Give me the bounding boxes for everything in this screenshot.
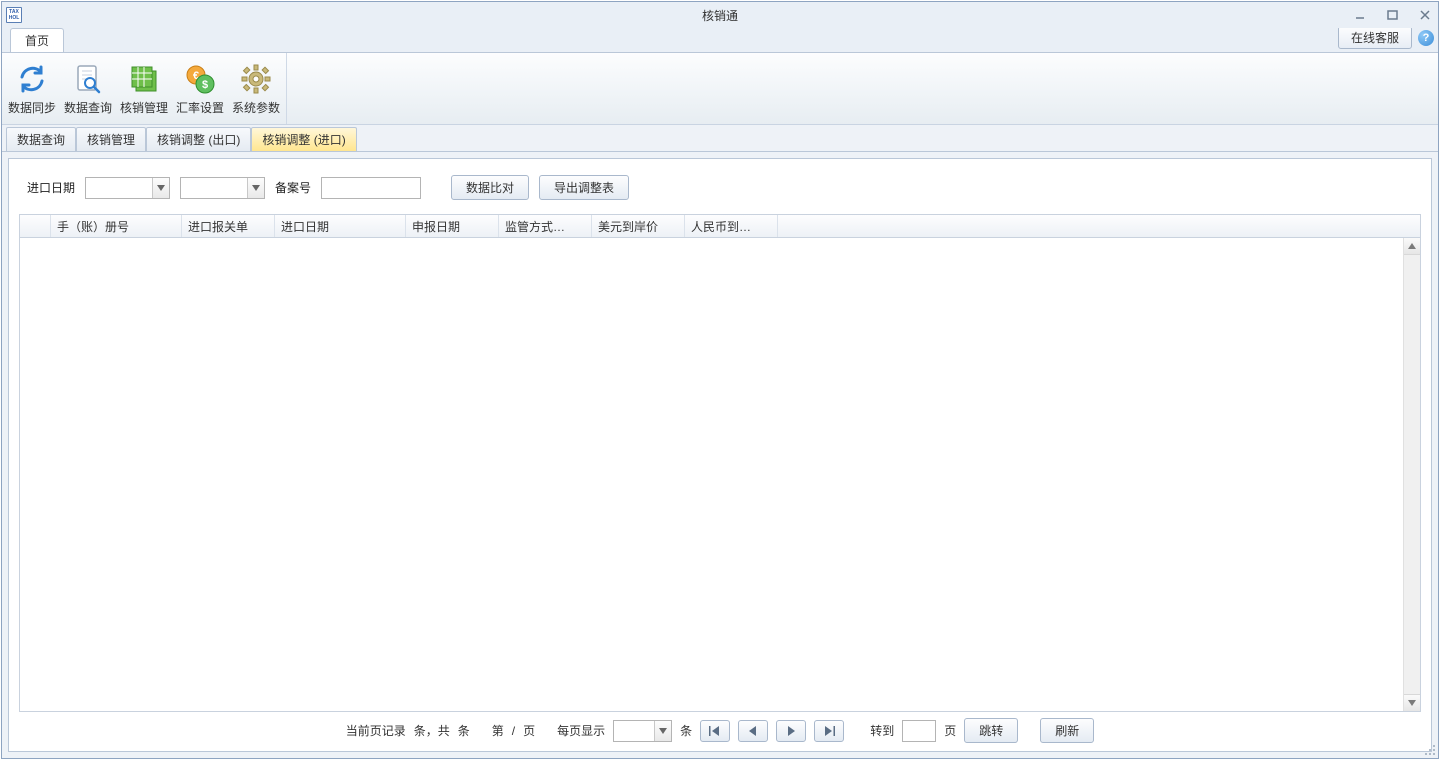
import-date-label: 进口日期 <box>27 179 75 196</box>
top-tab-home[interactable]: 首页 <box>10 28 64 52</box>
vertical-scrollbar[interactable] <box>1403 238 1420 711</box>
pager-refresh-button[interactable]: 刷新 <box>1040 718 1094 743</box>
subtab-adjust-import[interactable]: 核销调整 (进口) <box>251 127 356 151</box>
app-window: TAX HOL 核销通 首页 在线客服 ? <box>1 1 1439 759</box>
pager-first-button[interactable] <box>700 720 730 742</box>
export-button[interactable]: 导出调整表 <box>539 175 629 200</box>
pager-page-unit: 页 <box>523 722 535 739</box>
ribbon-rate[interactable]: €$ 汇率设置 <box>172 57 228 120</box>
ribbon-label: 数据查询 <box>64 99 112 116</box>
pager-perpage-unit: 条 <box>680 722 692 739</box>
scroll-up-icon[interactable] <box>1404 238 1420 255</box>
subtab-manage[interactable]: 核销管理 <box>76 127 146 151</box>
ribbon-sync[interactable]: 数据同步 <box>4 57 60 120</box>
filter-bar: 进口日期 备案号 数据比对 导出调整表 <box>19 167 1421 214</box>
ribbon-label: 数据同步 <box>8 99 56 116</box>
ribbon-label: 核销管理 <box>120 99 168 116</box>
subtab-row: 数据查询 核销管理 核销调整 (出口) 核销调整 (进口) <box>2 129 1438 152</box>
grid-header-selector[interactable] <box>20 215 51 237</box>
import-date-to[interactable] <box>180 177 265 199</box>
spreadsheet-icon <box>128 63 160 95</box>
ribbon-query[interactable]: 数据查询 <box>60 57 116 120</box>
grid-header-rmb[interactable]: 人民币到… <box>685 215 778 237</box>
pager-page-label: 第 <box>492 722 504 739</box>
online-support-button[interactable]: 在线客服 <box>1338 26 1412 49</box>
window-controls <box>1354 2 1432 28</box>
minimize-button[interactable] <box>1354 8 1368 22</box>
grid-header-handbook[interactable]: 手（账）册号 <box>51 215 182 237</box>
titlebar: TAX HOL 核销通 <box>2 2 1438 28</box>
ribbon-group: 数据同步 数据查询 核销管理 €$ 汇率设置 <box>2 53 287 124</box>
pager-goto-input[interactable] <box>902 720 936 742</box>
help-icon[interactable]: ? <box>1418 30 1434 46</box>
data-grid: 手（账）册号 进口报关单 进口日期 申报日期 监管方式… 美元到岸价 人民币到… <box>19 214 1421 712</box>
pager: 当前页记录 条，共 条 第 / 页 每页显示 条 <box>19 712 1421 743</box>
grid-header-filler <box>778 215 1420 237</box>
ribbon-manage[interactable]: 核销管理 <box>116 57 172 120</box>
pager-current-label: 当前页记录 <box>346 722 406 739</box>
sync-icon <box>16 63 48 95</box>
record-no-label: 备案号 <box>275 179 311 196</box>
gear-icon <box>240 63 272 95</box>
pager-jump-button[interactable]: 跳转 <box>964 718 1018 743</box>
chevron-down-icon[interactable] <box>152 178 169 198</box>
maximize-button[interactable] <box>1386 8 1400 22</box>
grid-header: 手（账）册号 进口报关单 进口日期 申报日期 监管方式… 美元到岸价 人民币到… <box>20 215 1420 238</box>
grid-header-impdate[interactable]: 进口日期 <box>275 215 406 237</box>
record-no-input[interactable] <box>321 177 421 199</box>
grid-header-entry[interactable]: 进口报关单 <box>182 215 275 237</box>
pager-unit-rec: 条，共 <box>414 722 450 739</box>
pager-last-button[interactable] <box>814 720 844 742</box>
close-button[interactable] <box>1418 8 1432 22</box>
top-tab-row: 首页 在线客服 ? <box>2 28 1438 53</box>
currency-icon: €$ <box>184 63 216 95</box>
window-title: 核销通 <box>2 7 1438 24</box>
pager-goto-unit: 页 <box>944 722 956 739</box>
pager-page-sep: / <box>512 724 515 738</box>
scroll-down-icon[interactable] <box>1404 694 1420 711</box>
svg-text:$: $ <box>202 79 208 91</box>
subtab-query[interactable]: 数据查询 <box>6 127 76 151</box>
pager-goto-label: 转到 <box>870 722 894 739</box>
ribbon-label: 系统参数 <box>232 99 280 116</box>
grid-header-usd[interactable]: 美元到岸价 <box>592 215 685 237</box>
import-date-from[interactable] <box>85 177 170 199</box>
chevron-down-icon[interactable] <box>247 178 264 198</box>
grid-body <box>20 238 1420 711</box>
pager-next-button[interactable] <box>776 720 806 742</box>
pager-unit-rec2: 条 <box>458 722 470 739</box>
pager-perpage-label: 每页显示 <box>557 722 605 739</box>
pager-prev-button[interactable] <box>738 720 768 742</box>
ribbon-label: 汇率设置 <box>176 99 224 116</box>
ribbon: 数据同步 数据查询 核销管理 €$ 汇率设置 <box>2 53 1438 125</box>
resize-grip-icon[interactable] <box>1422 742 1436 756</box>
chevron-down-icon[interactable] <box>654 721 671 741</box>
app-icon: TAX HOL <box>6 7 22 23</box>
grid-header-decdate[interactable]: 申报日期 <box>406 215 499 237</box>
compare-button[interactable]: 数据比对 <box>451 175 529 200</box>
grid-header-supervise[interactable]: 监管方式… <box>499 215 592 237</box>
content-area: 进口日期 备案号 数据比对 导出调整表 手（账）册号 进口报关单 进口日期 申报 <box>8 158 1432 752</box>
ribbon-params[interactable]: 系统参数 <box>228 57 284 120</box>
document-search-icon <box>72 63 104 95</box>
subtab-adjust-export[interactable]: 核销调整 (出口) <box>146 127 251 151</box>
pager-perpage-select[interactable] <box>613 720 672 742</box>
